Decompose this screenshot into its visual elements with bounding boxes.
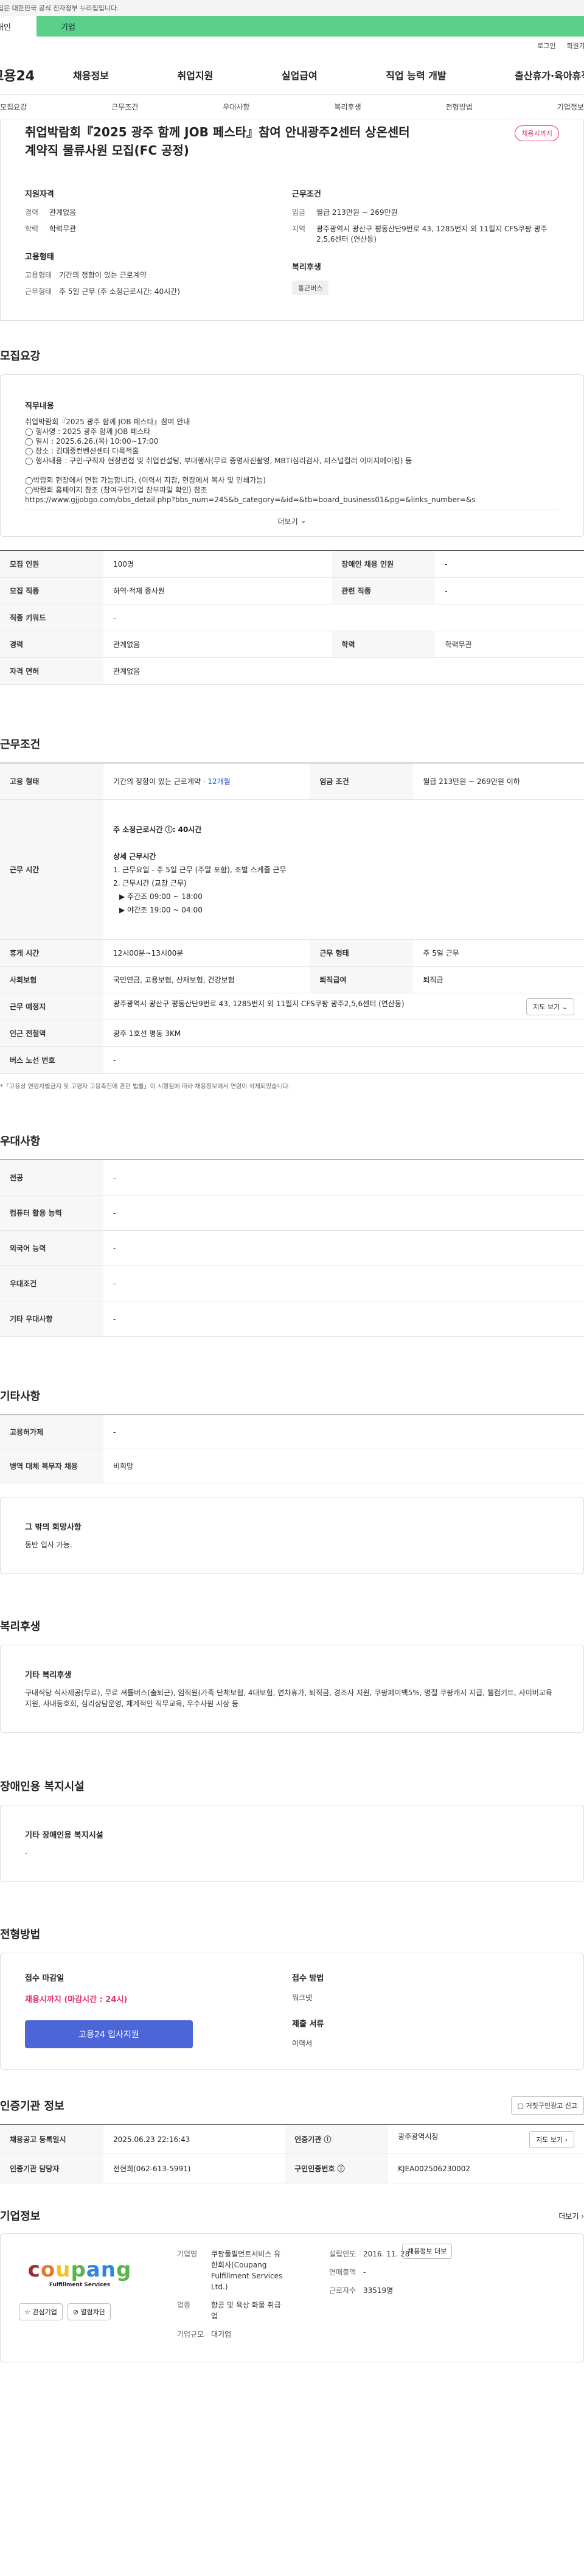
login-link[interactable]: 로그인 [537,41,555,51]
block-button[interactable]: ⊘ 열람차단 [67,2303,111,2320]
chevron-down-icon: ⌄ [561,1003,568,1011]
company-jobs-button[interactable]: 채용정보 더보 [402,2244,453,2259]
gnb-item-jobs[interactable]: 채용정보 [73,68,109,82]
gnb-menu: 채용정보 취업지원 실업급여 직업 능력 개발 출산휴가·육아휴직 [73,68,584,82]
gnb-item-training[interactable]: 직업 능력 개발 [386,68,446,82]
benefit-box: 기타 복리후생 구내식당 식사제공(무료), 무료 셔틀버스(출퇴근), 임직원… [0,1645,584,1733]
welfare-chip: 통근버스 [292,281,329,295]
recruit-table: 모집 인원 100명 장애인 채용 인원 - 모집 직종 하역·적재 종사원 관련 직종 -… [0,550,584,685]
lnb-selection[interactable]: 전형방법 [446,102,473,112]
etc-table: 고용허가제 - 병역 대체 복무자 채용 비희망 [0,1415,584,1483]
company-box: coupang Fulfillment Services ☆ 관심기업 ⊘ 열람… [0,2233,584,2362]
section-title-selection: 전형방법 [0,1928,41,1941]
section-title-agency: 인증기관 정보 [0,2100,64,2113]
tab-company[interactable]: 기업 [36,16,584,37]
deadline-text: 채용시까지 (마감시간 : 24시) [25,1995,128,2004]
chevron-down-icon: ⌄ [297,516,307,525]
gnb-item-employment[interactable]: 취업지원 [177,68,213,82]
section-title-company: 기업정보 [0,2210,41,2223]
map-button[interactable]: 지도 보기 ⌄ [526,998,574,1015]
section-title-work: 근무조건 [0,738,41,751]
section-title-disabled: 장애인용 복지시설 [0,1780,85,1793]
disabled-box: 기타 장애인용 복지시설 - [0,1805,584,1882]
fair-link[interactable]: https://www.gjjobgo.com/bbs_detail.php?b… [25,495,559,505]
more-button[interactable]: 더보기 ⌄ [25,509,559,527]
company-more-link[interactable]: 더보기 › [558,2211,584,2221]
util-nav: 로그인 회원가입 [0,37,584,55]
company-logo: coupang Fulfillment Services [27,2258,132,2288]
apply-button[interactable]: 고용24 입사지원 [25,2020,193,2048]
site-logo[interactable]: 고용24 [0,65,73,85]
gnb-item-leave[interactable]: 출산휴가·육아휴직 [515,68,584,82]
job-title: 취업박람회『2025 광주 함께 JOB 페스타』참여 안내광주2센터 상온센터… [25,125,410,158]
section-title-etc: 기타사항 [0,1390,41,1403]
agency-map-button[interactable]: 지도 보기 › [529,2130,574,2148]
tab-personal[interactable]: 개인 [0,16,36,37]
section-nav: 모집요강 근무조건 우대사항 복리후생 전형방법 기업정보 [0,95,584,119]
report-button[interactable]: ▢ 거짓구인광고 신고 [510,2096,584,2115]
wish-box: 그 밖의 희망사항 동반 입사 가능. [0,1497,584,1574]
lnb-pref[interactable]: 우대사항 [223,102,249,112]
status-badge: 채용시까지 [515,125,559,141]
section-title-pref: 우대사항 [0,1135,41,1148]
section-title-recruit: 모집요강 [0,350,41,363]
work-table: 고용 형태 기간의 정함이 있는 근로계약 · 12개월 임금 조건 월급 213만원… [0,763,584,1074]
interest-button[interactable]: ☆ 관심기업 [19,2303,63,2320]
age-note: *「고용상 연령차별금지 및 고령자 고용촉진에 관한 법률」이 시행됨에 따라… [0,1083,291,1090]
pref-table: 전공 - 컴퓨터 활용 능력 - 외국어 능력 - 우대조건 - 기타 우대사항 - [0,1160,584,1337]
site-tabs: 개인 기업 [0,16,584,37]
join-link[interactable]: 회원가입 [567,41,584,51]
chevron-right-icon: › [565,2135,568,2144]
summary-right: 근무조건 임금 월급 213만원 ~ 269만원 지역 광주광역시 광산구 평동산단… [292,187,559,303]
gov-banner: 이 누리집은 대한민국 공식 전자정부 누리집입니다. [0,0,584,16]
lnb-recruit[interactable]: 모집요강 [0,102,27,112]
job-description: 직무내용 취업박람회『2025 광주 함께 JOB 페스타』참여 안내 ◯ 행사… [0,374,584,537]
report-icon: ▢ [517,2102,526,2110]
lnb-work[interactable]: 근무조건 [111,102,138,112]
main-nav: 고용24 채용정보 취업지원 실업급여 직업 능력 개발 출산휴가·육아휴직 [0,55,584,95]
job-summary: 취업박람회『2025 광주 함께 JOB 페스타』참여 안내광주2센터 상온센터… [0,119,584,321]
summary-left: 지원자격 경력 관계없음 학력 학력무관 고용형태 고용형태 기간의 정함이 있는 근… [25,190,180,296]
lnb-company[interactable]: 기업정보 [557,102,584,112]
selection-box: 접수 마감일 채용시까지 (마감시간 : 24시) 고용24 입사지원 접수 방… [0,1953,584,2070]
section-title-benefit: 복리후생 [0,1620,41,1633]
chevron-right-icon: › [581,2211,584,2221]
lnb-benefit[interactable]: 복리후생 [334,102,361,112]
agency-table: 채용공고 등록일시 2025.06.23 22:16:43 인증기관 ⓘ 광주광역시청… [0,2124,584,2183]
gnb-item-unemployment[interactable]: 실업급여 [282,68,318,82]
